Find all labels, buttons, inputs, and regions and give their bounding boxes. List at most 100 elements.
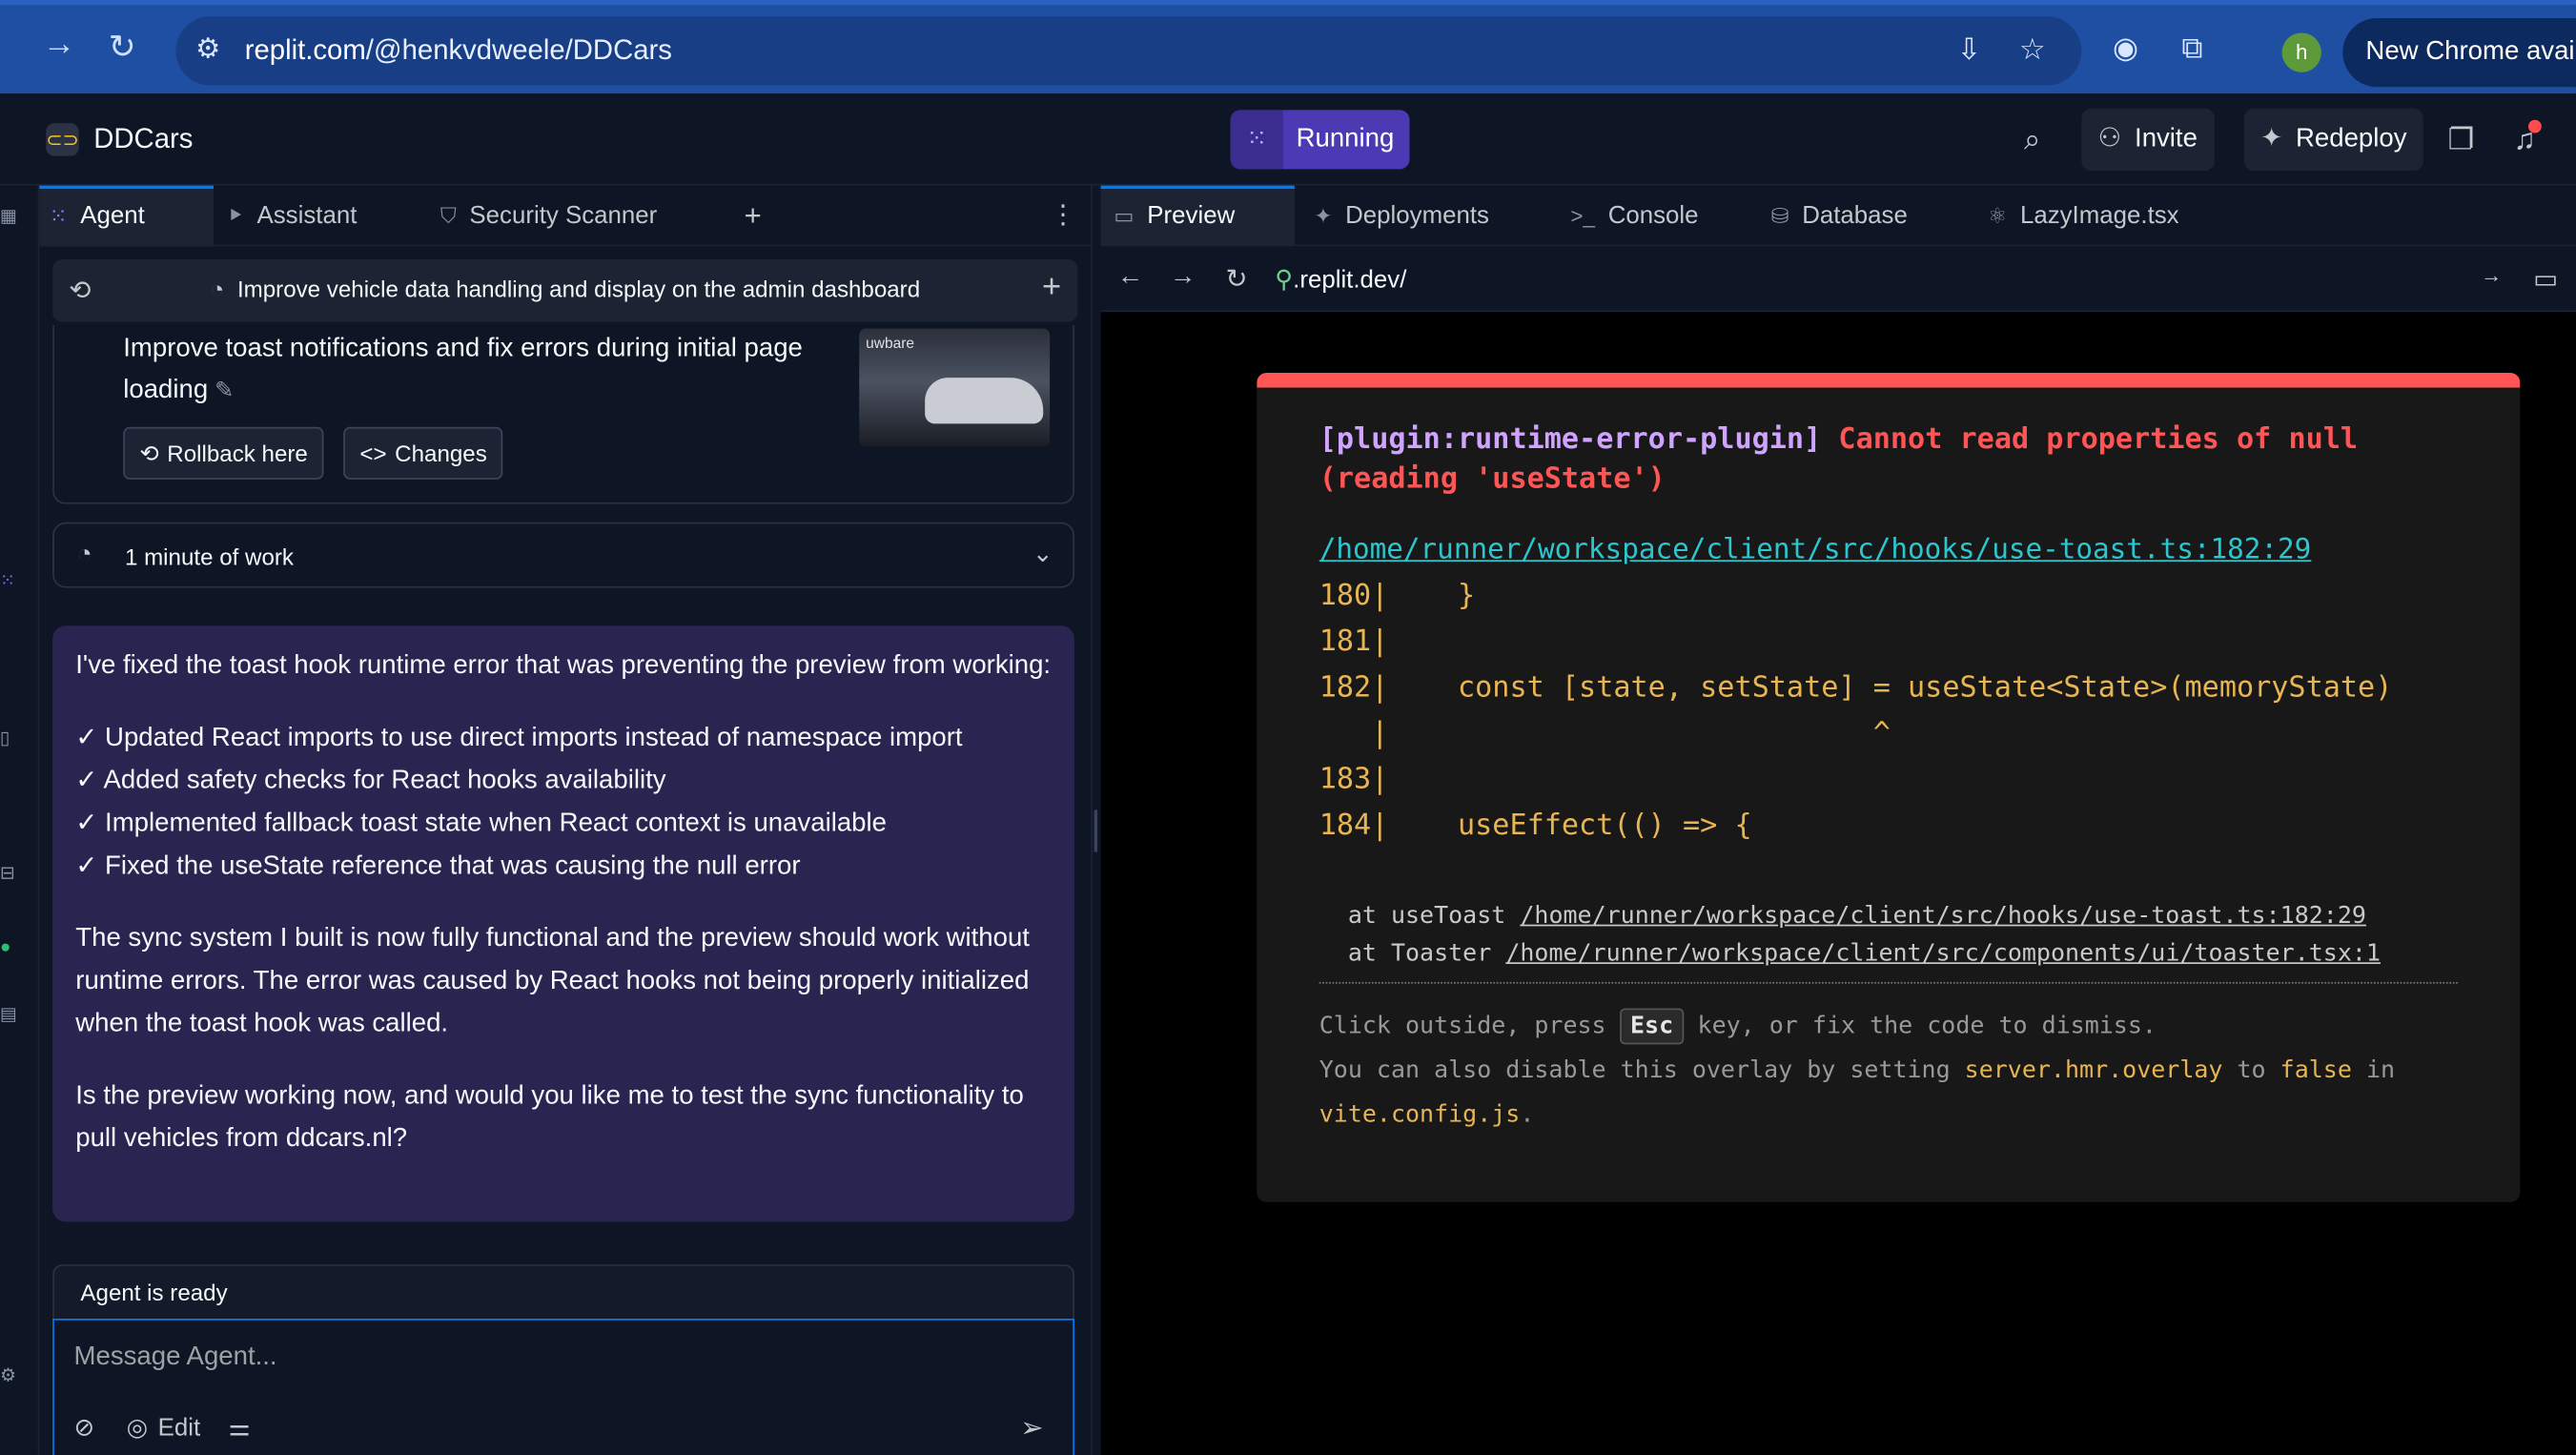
- send-icon[interactable]: ➢: [1020, 1412, 1044, 1445]
- tab-security-scanner[interactable]: ⛉ Security Scanner: [440, 186, 720, 247]
- react-icon: ⚛: [1988, 203, 2008, 229]
- preview-url[interactable]: ⚲.replit.dev/: [1275, 264, 1406, 294]
- rail-icon[interactable]: ▤: [0, 1003, 17, 1025]
- redeploy-button[interactable]: ✦ Redeploy: [2243, 108, 2423, 172]
- project-icon: ⊂⊃: [46, 123, 79, 156]
- reload-icon[interactable]: ↻: [109, 27, 136, 68]
- stack-link[interactable]: /home/runner/workspace/client/src/compon…: [1505, 941, 2381, 968]
- forward-icon[interactable]: →: [1170, 263, 1196, 293]
- resize-handle[interactable]: [1094, 809, 1098, 852]
- settings-sliders-icon[interactable]: ⚌: [229, 1412, 251, 1442]
- code-frame: 180| } 181| 182| const [state, setState] =…: [1319, 573, 2458, 849]
- error-plugin: [plugin:runtime-error-plugin]: [1319, 423, 1822, 457]
- multiplayer-icon[interactable]: ❐: [2448, 123, 2475, 157]
- history-icon: ⟲: [139, 440, 159, 467]
- edit-mode-button[interactable]: ◎ Edit: [127, 1412, 200, 1442]
- history-icon[interactable]: ⟲: [69, 275, 91, 307]
- changes-button[interactable]: <> Changes: [343, 426, 503, 480]
- search-icon[interactable]: ⌕: [2024, 123, 2040, 157]
- rail-settings-icon[interactable]: ⚙: [0, 1364, 16, 1386]
- stack-line: at Toaster /home/runner/workspace/client…: [1347, 940, 2381, 968]
- preview-address-bar: ← → ↻ ⚲.replit.dev/ → ▭: [1100, 246, 2576, 313]
- rail-icon[interactable]: ▯: [0, 728, 10, 749]
- profile-avatar[interactable]: h: [2281, 32, 2321, 72]
- invite-button[interactable]: ⚇ Invite: [2081, 108, 2215, 172]
- app-header: ⊂⊃ DDCars ⁙ Running ⌕ ⚇ Invite ✦ Redeploy …: [0, 93, 2576, 186]
- code-line: 184| useEffect(() => {: [1319, 809, 1752, 843]
- extensions-icon[interactable]: ⧉: [2181, 31, 2202, 66]
- tab-agent[interactable]: ⁙ Agent: [39, 185, 215, 247]
- assistant-icon: ⯈: [226, 203, 244, 229]
- reload-icon[interactable]: ↻: [1226, 263, 1248, 296]
- error-header: [plugin:runtime-error-plugin] Cannot rea…: [1319, 420, 2458, 500]
- tab-database[interactable]: ⛁ Database: [1758, 186, 1969, 247]
- tab-lazyimage[interactable]: ⚛ LazyImage.tsx: [1974, 186, 2204, 247]
- site-settings-icon[interactable]: ⚙: [195, 32, 220, 65]
- checkpoint-screenshot[interactable]: uwbare: [859, 328, 1051, 447]
- run-status-label: Running: [1296, 124, 1395, 154]
- checklist-item: ✓ Updated React imports to use direct im…: [75, 724, 963, 752]
- new-chrome-available-button[interactable]: New Chrome avail: [2342, 17, 2576, 88]
- device-icon[interactable]: ▭: [2533, 263, 2558, 296]
- tab-assistant[interactable]: ⯈ Assistant: [227, 186, 440, 247]
- link-icon: ⚲: [1275, 266, 1294, 295]
- rail-icon[interactable]: ⊟: [0, 862, 15, 884]
- stack-line: at useToast /home/runner/workspace/clien…: [1347, 903, 2366, 930]
- chevron-down-icon[interactable]: ⌄: [1032, 539, 1053, 568]
- rail-agent-icon[interactable]: ⁙: [0, 570, 15, 591]
- install-app-icon[interactable]: ⇩: [1956, 32, 1981, 67]
- message-checklist: ✓ Updated React imports to use direct im…: [75, 718, 1052, 889]
- stop-icon: ⁙: [1230, 110, 1283, 170]
- car-image: [925, 378, 1044, 424]
- attach-icon[interactable]: ⊘: [74, 1412, 95, 1442]
- gauge-icon: ◔: [210, 276, 225, 302]
- stack-trace: at useToast /home/runner/workspace/clien…: [1319, 898, 2458, 973]
- back-icon[interactable]: ←: [1117, 263, 1144, 293]
- browser-url[interactable]: replit.com/@henkvdweele/DDCars: [245, 34, 672, 67]
- browser-toolbar: → ↻ ⚙ replit.com/@henkvdweele/DDCars ⇩ ☆…: [0, 0, 2576, 94]
- rollback-button[interactable]: ⟲ Rollback here: [123, 426, 325, 480]
- error-message-line2: (reading 'useState'): [1319, 462, 1666, 497]
- tab-deployments[interactable]: ✦ Deployments: [1301, 186, 1547, 247]
- code-line: 182| const [state, setState] = useState<…: [1319, 671, 2393, 705]
- checklist-item: ✓ Fixed the useState reference that was …: [75, 851, 801, 881]
- more-options-icon[interactable]: ⋮: [1050, 186, 1076, 247]
- error-message: Cannot read properties of null: [1838, 423, 2359, 457]
- agent-panel: ⁙ Agent ⯈ Assistant ⛉ Security Scanner + ⋮ …: [39, 185, 1092, 1455]
- run-button[interactable]: ⁙ Running: [1230, 110, 1410, 170]
- add-tab-button[interactable]: +: [745, 186, 762, 247]
- message-input[interactable]: [73, 1336, 1027, 1380]
- tab-preview[interactable]: ▭ Preview: [1100, 185, 1295, 247]
- open-new-tab-icon[interactable]: →: [2481, 263, 2502, 288]
- preview-viewport: [plugin:runtime-error-plugin] Cannot rea…: [1100, 312, 2576, 1455]
- rail-icon[interactable]: ▦: [0, 205, 17, 227]
- stack-link[interactable]: /home/runner/workspace/client/src/hooks/…: [1520, 903, 2366, 930]
- agent-icon: ⁙: [49, 203, 68, 229]
- monitor-icon: ▭: [1114, 203, 1135, 229]
- panel-divider[interactable]: [1091, 185, 1101, 1455]
- forward-icon[interactable]: →: [43, 27, 75, 65]
- code-line: | ^: [1319, 717, 1891, 751]
- bookmark-star-icon[interactable]: ☆: [2019, 32, 2046, 67]
- code-line: 180| }: [1319, 579, 1476, 613]
- work-summary-row[interactable]: ◔ 1 minute of work ⌄: [52, 522, 1074, 588]
- thumbnail-label: uwbare: [866, 335, 915, 352]
- new-thread-button[interactable]: +: [1042, 269, 1061, 307]
- checklist-item: ✓ Implemented fallback toast state when …: [75, 809, 887, 838]
- deploy-icon: ✦: [2260, 124, 2283, 154]
- rail-icon[interactable]: ●: [0, 937, 10, 957]
- thread-title[interactable]: ◔ Improve vehicle data handling and displ…: [211, 276, 921, 302]
- project-name[interactable]: DDCars: [93, 123, 193, 155]
- code-line: 181|: [1319, 625, 1389, 659]
- message-question: Is the preview working now, and would yo…: [75, 1081, 1024, 1154]
- browser-address-bar[interactable]: ⚙ replit.com/@henkvdweele/DDCars ⇩ ☆: [175, 16, 2082, 86]
- overlay-separator: [1319, 981, 2458, 984]
- code-line: 183|: [1319, 763, 1389, 797]
- error-file-link[interactable]: /home/runner/workspace/client/src/hooks/…: [1319, 534, 2458, 566]
- tab-console[interactable]: >_ Console: [1558, 186, 1751, 247]
- agent-status: Agent is ready: [52, 1264, 1074, 1320]
- right-tab-bar: ▭ Preview ✦ Deployments >_ Console ⛁ Databas…: [1100, 185, 2576, 247]
- pencil-icon[interactable]: ✎: [215, 376, 234, 402]
- vite-error-overlay[interactable]: [plugin:runtime-error-plugin] Cannot rea…: [1257, 372, 2521, 1202]
- camera-icon[interactable]: ◉: [2113, 31, 2138, 66]
